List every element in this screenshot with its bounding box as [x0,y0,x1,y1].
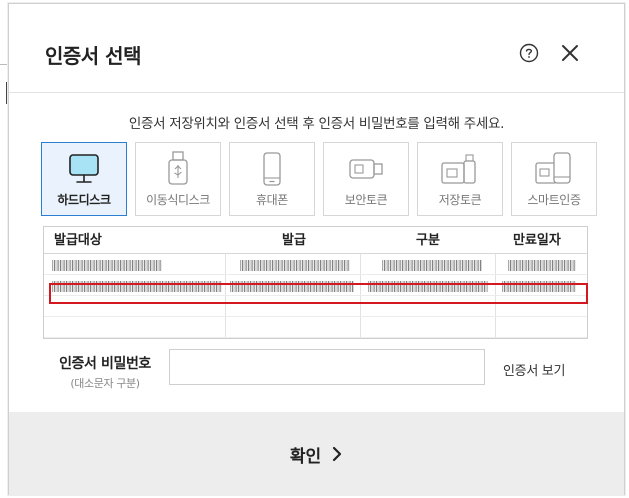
backdrop-edge [0,82,8,104]
backdrop-line [0,64,8,65]
confirm-label: 확인 [289,446,322,467]
redacted-cell [508,260,576,271]
media-label: 이동식디스크 [146,193,210,207]
header-cell[interactable]: 발급대상 [54,227,102,254]
password-label: 인증서 비밀번호 [59,356,151,372]
selected-row-highlight [49,283,588,304]
header-cell[interactable]: 만료일자 [513,227,561,254]
monitor-icon [69,154,99,183]
media-label: 하드디스크 [57,193,111,207]
media-hard-disk-button[interactable]: 하드디스크 [41,142,127,216]
table-row [44,318,587,338]
security-token-icon [349,159,383,179]
certificate-select-dialog: 인증서 선택 인증서 저장위치와 인증서 선택 후 인증서 비밀번호를 입력해 … [8,3,625,496]
media-phone-button[interactable]: 휴대폰 [229,142,315,216]
media-security-token-button[interactable]: 보안토큰 [323,142,409,216]
dialog-footer: 확인 [9,412,624,496]
password-input[interactable] [169,349,485,385]
phone-icon [263,152,281,186]
media-storage-token-button[interactable]: 저장토큰 [417,142,503,216]
media-label: 휴대폰 [256,193,288,207]
redacted-cell [240,260,350,271]
close-icon[interactable] [559,42,581,64]
password-case-note: (대소문자 구분) [70,377,140,390]
header-divider [9,92,624,93]
storage-token-icon [441,154,476,184]
chevron-right-icon [333,446,342,462]
question-circle-icon[interactable] [519,43,539,63]
dialog-header: 인증서 선택 [9,4,624,94]
table-row[interactable] [44,255,587,275]
redacted-cell [382,260,482,271]
storage-location-selector: 하드디스크 이동식디스크 휴대폰 보안토큰 저장토큰 스마트인증 [41,142,597,216]
media-smart-cert-button[interactable]: 스마트인증 [511,142,597,216]
redacted-cell [52,260,162,271]
smart-cert-icon [535,152,571,184]
header-cell[interactable]: 발급 [282,227,306,254]
confirm-button[interactable]: 확인 [9,412,624,496]
media-label: 저장토큰 [438,193,482,207]
media-label: 보안토큰 [344,193,388,207]
dialog-title: 인증서 선택 [45,44,141,68]
instruction-text: 인증서 저장위치와 인증서 선택 후 인증서 비밀번호를 입력해 주세요. [128,116,505,132]
usb-drive-icon [168,151,188,185]
header-cell[interactable]: 구분 [416,227,440,254]
media-removable-disk-button[interactable]: 이동식디스크 [135,142,221,216]
view-certificate-link[interactable]: 인증서 보기 [503,360,565,379]
media-label: 스마트인증 [527,193,581,207]
table-header: 발급대상 발급 구분 만료일자 [44,227,587,254]
